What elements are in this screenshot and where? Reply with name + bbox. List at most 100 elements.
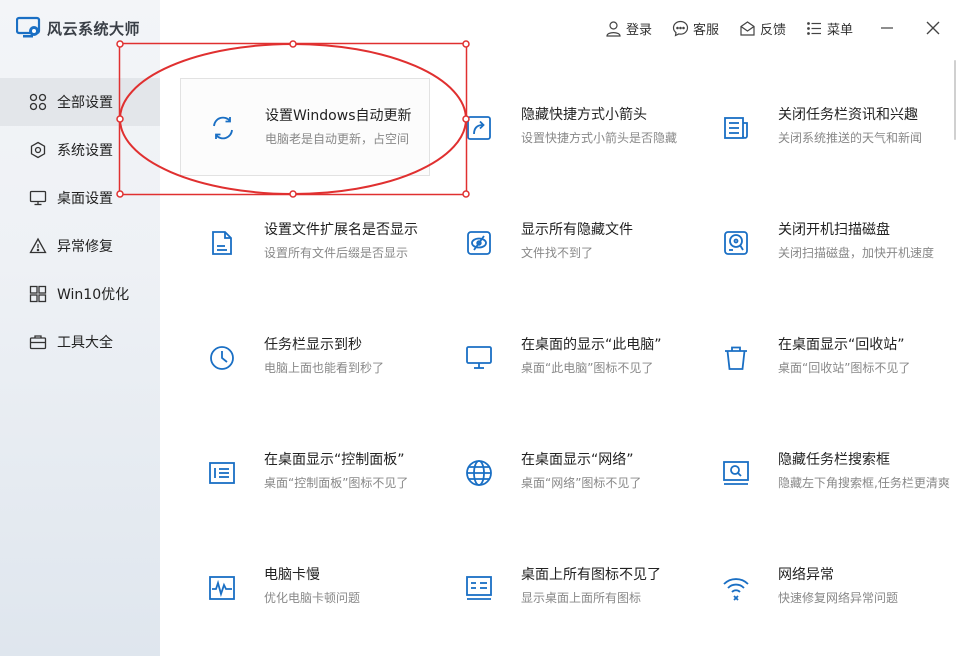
shortcut-arrow-icon — [465, 114, 493, 142]
search-box-icon — [722, 459, 750, 487]
card-shortcut-arrow[interactable]: 隐藏快捷方式小箭头 设置快捷方式小箭头是否隐藏 — [437, 70, 687, 168]
pulse-icon — [208, 574, 236, 602]
warning-icon — [29, 237, 47, 255]
feedback-label: 反馈 — [759, 22, 786, 38]
hidden-eye-icon — [465, 229, 493, 257]
desktop-icons-icon — [465, 574, 493, 602]
file-icon — [208, 229, 236, 257]
card-taskbar-news[interactable]: 关闭任务栏资讯和兴趣 关闭系统推送的天气和新闻 — [694, 70, 944, 168]
sidebar-item-all-settings[interactable]: 全部设置 — [0, 78, 160, 126]
refresh-icon — [209, 114, 237, 142]
card-network-error[interactable]: 网络异常 快速修复网络异常问题 — [694, 530, 944, 628]
minimize-icon — [881, 27, 893, 29]
card-desc: 桌面“网络”图标不见了 — [521, 476, 642, 490]
sidebar-item-label: 异常修复 — [57, 239, 113, 255]
minimize-button[interactable] — [875, 16, 899, 40]
card-title: 关闭任务栏资讯和兴趣 — [778, 107, 918, 123]
sidebar-item-label: 全部设置 — [57, 95, 113, 111]
card-title: 在桌面显示“回收站” — [778, 337, 905, 353]
logo-icon — [16, 16, 41, 38]
card-title: 电脑卡慢 — [264, 567, 320, 583]
disk-scan-icon — [722, 229, 750, 257]
card-this-pc[interactable]: 在桌面的显示“此电脑” 桌面“此电脑”图标不见了 — [437, 300, 687, 398]
gear-icon — [29, 141, 47, 159]
card-title: 隐藏任务栏搜索框 — [778, 452, 890, 468]
card-desc: 设置所有文件后缀是否显示 — [264, 246, 409, 260]
control-panel-icon — [208, 459, 236, 487]
menu-button[interactable]: 菜单 — [806, 19, 853, 38]
card-desc: 桌面“此电脑”图标不见了 — [521, 361, 654, 375]
card-desc: 优化电脑卡顿问题 — [264, 591, 361, 605]
wifi-error-icon — [722, 574, 750, 602]
brand: 风云系统大师 — [16, 16, 140, 40]
news-icon — [722, 114, 750, 142]
sidebar-nav: 全部设置 系统设置 桌面设置 异常修复 Win10优化 工具大全 — [0, 78, 160, 366]
card-title: 在桌面的显示“此电脑” — [521, 337, 662, 353]
card-hidden-files[interactable]: 显示所有隐藏文件 文件找不到了 — [437, 185, 687, 283]
mail-icon — [740, 20, 755, 36]
feedback-button[interactable]: 反馈 — [739, 19, 786, 38]
card-desc: 关闭扫描磁盘，加快开机速度 — [778, 246, 935, 260]
sidebar-item-desktop-settings[interactable]: 桌面设置 — [0, 174, 160, 222]
sidebar-item-label: 桌面设置 — [57, 191, 113, 207]
monitor-icon — [29, 189, 47, 207]
toolbox-icon — [29, 333, 47, 351]
card-pc-slow[interactable]: 电脑卡慢 优化电脑卡顿问题 — [180, 530, 430, 628]
scrollbar[interactable] — [954, 60, 956, 140]
login-button[interactable]: 登录 — [605, 19, 652, 38]
card-taskbar-seconds[interactable]: 任务栏显示到秒 电脑上面也能看到秒了 — [180, 300, 430, 398]
windows-icon — [29, 285, 47, 303]
close-icon — [926, 21, 940, 35]
card-desktop-icons[interactable]: 桌面上所有图标不见了 显示桌面上面所有图标 — [437, 530, 687, 628]
card-network-desktop[interactable]: 在桌面显示“网络” 桌面“网络”图标不见了 — [437, 415, 687, 513]
monitor-icon — [465, 344, 493, 372]
card-title: 隐藏快捷方式小箭头 — [521, 107, 647, 123]
close-button[interactable] — [921, 16, 945, 40]
card-title: 关闭开机扫描磁盘 — [778, 222, 890, 238]
card-title: 在桌面显示“控制面板” — [264, 452, 405, 468]
sidebar-item-win10[interactable]: Win10优化 — [0, 270, 160, 318]
user-icon — [606, 20, 621, 37]
sidebar: 风云系统大师 全部设置 系统设置 桌面设置 异常修复 Win10优化 工具大全 — [0, 0, 160, 656]
card-title: 桌面上所有图标不见了 — [521, 567, 661, 583]
card-title: 显示所有隐藏文件 — [521, 222, 633, 238]
card-desc: 桌面“控制面板”图标不见了 — [264, 476, 409, 490]
card-control-panel[interactable]: 在桌面显示“控制面板” 桌面“控制面板”图标不见了 — [180, 415, 430, 513]
card-desc: 关闭系统推送的天气和新闻 — [778, 131, 923, 145]
menu-label: 菜单 — [826, 22, 853, 38]
app-title: 风云系统大师 — [47, 19, 141, 38]
card-desc: 快速修复网络异常问题 — [778, 591, 899, 605]
sidebar-item-tools[interactable]: 工具大全 — [0, 318, 160, 366]
sidebar-item-label: 系统设置 — [57, 143, 113, 159]
card-desc: 桌面“回收站”图标不见了 — [778, 361, 911, 375]
card-desc: 显示桌面上面所有图标 — [521, 591, 642, 605]
card-title: 设置文件扩展名是否显示 — [264, 222, 418, 238]
card-recycle-bin[interactable]: 在桌面显示“回收站” 桌面“回收站”图标不见了 — [694, 300, 944, 398]
card-desc: 文件找不到了 — [521, 246, 594, 260]
top-bar: 登录 客服 反馈 菜单 — [585, 14, 959, 42]
card-windows-update[interactable]: 设置Windows自动更新 电脑老是自动更新，占空间 — [180, 78, 430, 176]
card-disk-scan[interactable]: 关闭开机扫描磁盘 关闭扫描磁盘，加快开机速度 — [694, 185, 944, 283]
card-desc: 设置快捷方式小箭头是否隐藏 — [521, 131, 678, 145]
card-title: 网络异常 — [778, 567, 834, 583]
card-file-extension[interactable]: 设置文件扩展名是否显示 设置所有文件后缀是否显示 — [180, 185, 430, 283]
card-taskbar-search[interactable]: 隐藏任务栏搜索框 隐藏左下角搜索框,任务栏更清爽 — [694, 415, 950, 513]
service-button[interactable]: 客服 — [672, 19, 719, 38]
card-title: 设置Windows自动更新 — [265, 108, 412, 124]
service-label: 客服 — [692, 22, 719, 38]
chat-icon — [672, 20, 689, 37]
login-label: 登录 — [625, 22, 652, 38]
card-desc: 隐藏左下角搜索框,任务栏更清爽 — [778, 476, 950, 490]
card-title: 在桌面显示“网络” — [521, 452, 634, 468]
globe-icon — [465, 459, 493, 487]
sidebar-item-system-settings[interactable]: 系统设置 — [0, 126, 160, 174]
sidebar-item-error-repair[interactable]: 异常修复 — [0, 222, 160, 270]
menu-icon — [807, 21, 821, 35]
clock-icon — [208, 344, 236, 372]
card-desc: 电脑老是自动更新，占空间 — [265, 132, 410, 146]
card-title: 任务栏显示到秒 — [264, 337, 362, 353]
trash-icon — [722, 344, 750, 372]
grid-icon — [29, 93, 47, 111]
sidebar-item-label: 工具大全 — [57, 335, 113, 351]
card-desc: 电脑上面也能看到秒了 — [264, 361, 385, 375]
